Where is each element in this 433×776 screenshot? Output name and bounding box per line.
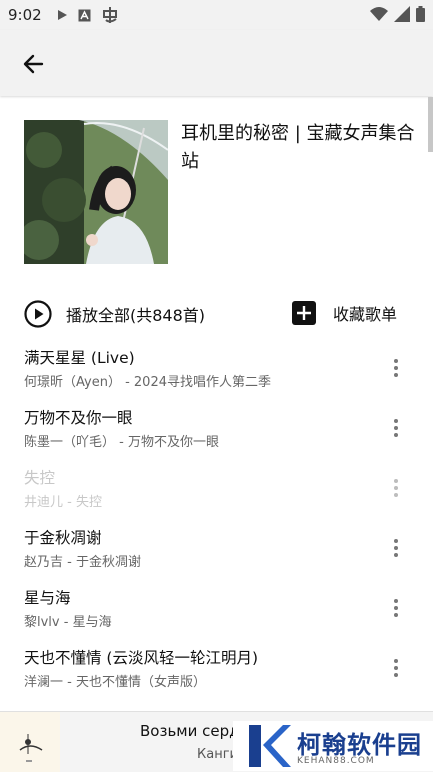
- playlist-cover-image: [24, 120, 168, 264]
- play-all-label: 播放全部(共848首): [66, 306, 206, 325]
- song-title: 万物不及你一眼: [24, 409, 133, 427]
- more-vert-icon[interactable]: [388, 658, 404, 678]
- song-item[interactable]: 于金秋凋谢 赵乃吉 - 于金秋凋谢: [0, 520, 433, 580]
- playlist-title: 耳机里的秘密 | 宝藏女声集合站: [181, 123, 415, 172]
- more-vert-icon[interactable]: [388, 358, 404, 378]
- mini-player-artist: Канги: [197, 747, 238, 762]
- watermark: 柯翰软件园 KEHAN88.COM: [233, 721, 433, 771]
- play-icon: [57, 10, 67, 20]
- watermark-sub: KEHAN88.COM: [297, 756, 375, 766]
- more-vert-icon[interactable]: [388, 478, 404, 498]
- song-subtitle: 洋澜一 - 天也不懂情（女声版）: [24, 675, 206, 690]
- font-icon: [78, 9, 91, 21]
- song-subtitle: 陈墨一（吖毛） - 万物不及你一眼: [24, 435, 219, 450]
- scrollbar[interactable]: [428, 97, 433, 152]
- wifi-icon: [370, 7, 388, 21]
- more-vert-icon[interactable]: [388, 598, 404, 618]
- more-vert-icon[interactable]: [388, 418, 404, 438]
- status-time: 9:02: [8, 6, 42, 24]
- song-item-unavailable[interactable]: 失控 井迪儿 - 失控: [0, 460, 433, 520]
- watermark-logo-icon: [249, 725, 291, 767]
- song-subtitle: 黎lvlv - 星与海: [24, 615, 112, 630]
- signal-icon: [394, 6, 410, 22]
- add-box-icon: [292, 301, 316, 325]
- more-vert-icon[interactable]: [388, 538, 404, 558]
- play-all-button[interactable]: 播放全部(共848首): [24, 300, 205, 328]
- song-subtitle: 何璟昕（Ayen） - 2024寻找唱作人第二季: [24, 375, 271, 390]
- song-title: 满天星星 (Live): [24, 349, 135, 367]
- song-subtitle: 赵乃吉 - 于金秋凋谢: [24, 555, 141, 570]
- song-title: 星与海: [24, 589, 71, 607]
- battery-icon: [416, 6, 425, 22]
- chinese-app-icon: [102, 7, 117, 23]
- song-subtitle: 井迪儿 - 失控: [24, 495, 102, 510]
- song-title: 失控: [24, 469, 56, 487]
- song-title: 于金秋凋谢: [24, 529, 102, 547]
- action-row: 播放全部(共848首) 收藏歌单: [0, 296, 433, 332]
- song-item[interactable]: 满天星星 (Live) 何璟昕（Ayen） - 2024寻找唱作人第二季: [0, 340, 433, 400]
- song-item[interactable]: 天也不懂情 (云淡风轻一轮江明月) 洋澜一 - 天也不懂情（女声版）: [0, 640, 433, 700]
- app-bar: [0, 30, 433, 96]
- song-item[interactable]: 万物不及你一眼 陈墨一（吖毛） - 万物不及你一眼: [0, 400, 433, 460]
- collect-playlist-button[interactable]: 收藏歌单: [291, 300, 397, 326]
- arrow-left-icon[interactable]: [20, 50, 48, 78]
- song-list: 满天星星 (Live) 何璟昕（Ayen） - 2024寻找唱作人第二季 万物不…: [0, 340, 433, 700]
- mini-player-title: Возьми серд: [140, 722, 240, 740]
- watermark-text: 柯翰软件园: [297, 731, 422, 759]
- mini-player-album-art: [0, 712, 60, 772]
- status-bar: 9:02: [0, 0, 433, 30]
- play-circle-icon: [24, 300, 52, 328]
- collect-playlist-label: 收藏歌单: [333, 305, 398, 324]
- song-title: 天也不懂情 (云淡风轻一轮江明月): [24, 649, 259, 667]
- song-item[interactable]: 星与海 黎lvlv - 星与海: [0, 580, 433, 640]
